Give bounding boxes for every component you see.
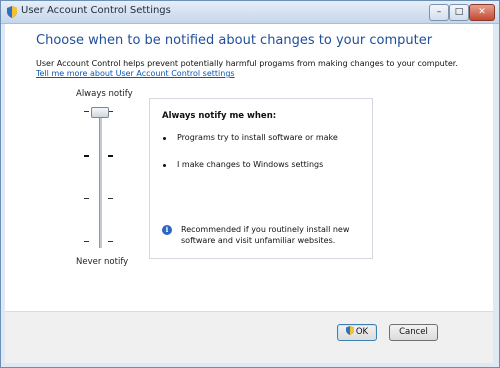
slider-tick-right [108,155,113,157]
minimize-button[interactable]: – [429,4,449,21]
bullet-icon [163,164,166,167]
level-description-panel: Always notify me when: Programs try to i… [149,98,373,259]
minimize-icon: – [436,7,442,17]
slider-tick-right [108,198,113,199]
slider-tick-right [108,241,113,242]
panel-title: Always notify me when: [162,111,277,121]
ok-button-label: OK [355,327,369,337]
cancel-button[interactable]: Cancel [389,324,438,341]
slider-tick-left [84,241,89,242]
slider-tick-left [84,111,89,112]
uac-shield-icon [345,326,354,335]
slider-thumb[interactable] [91,107,109,118]
info-icon: i [162,225,172,235]
description-text: User Account Control helps prevent poten… [36,59,458,68]
help-link[interactable]: Tell me more about User Account Control … [36,69,235,78]
ok-button[interactable]: OK [337,324,377,341]
maximize-icon: □ [454,7,464,17]
recommendation-text: Recommended if you routinely install new… [181,225,350,245]
uac-shield-icon [7,6,17,18]
page-title: Choose when to be notified about changes… [36,33,433,48]
close-button[interactable]: ✕ [469,4,495,21]
bullet-item: Programs try to install software or make… [177,133,338,142]
slider-tick-left [84,198,89,199]
bullet-icon [163,137,166,140]
uac-settings-window: User Account Control Settings – □ ✕ Choo… [0,0,500,368]
title-bar[interactable]: User Account Control Settings – □ ✕ [1,1,499,24]
slider-tick-left [84,155,89,157]
button-bar: OK Cancel [5,311,493,363]
slider-bottom-label: Never notify [76,257,129,267]
client-area: Choose when to be notified about changes… [5,24,493,363]
close-icon: ✕ [478,7,486,17]
bullet-item: I make changes to Windows settings [177,160,324,169]
slider-track[interactable] [99,112,102,248]
maximize-button[interactable]: □ [449,4,469,21]
window-title: User Account Control Settings [21,5,171,16]
slider-top-label: Always notify [76,89,133,99]
